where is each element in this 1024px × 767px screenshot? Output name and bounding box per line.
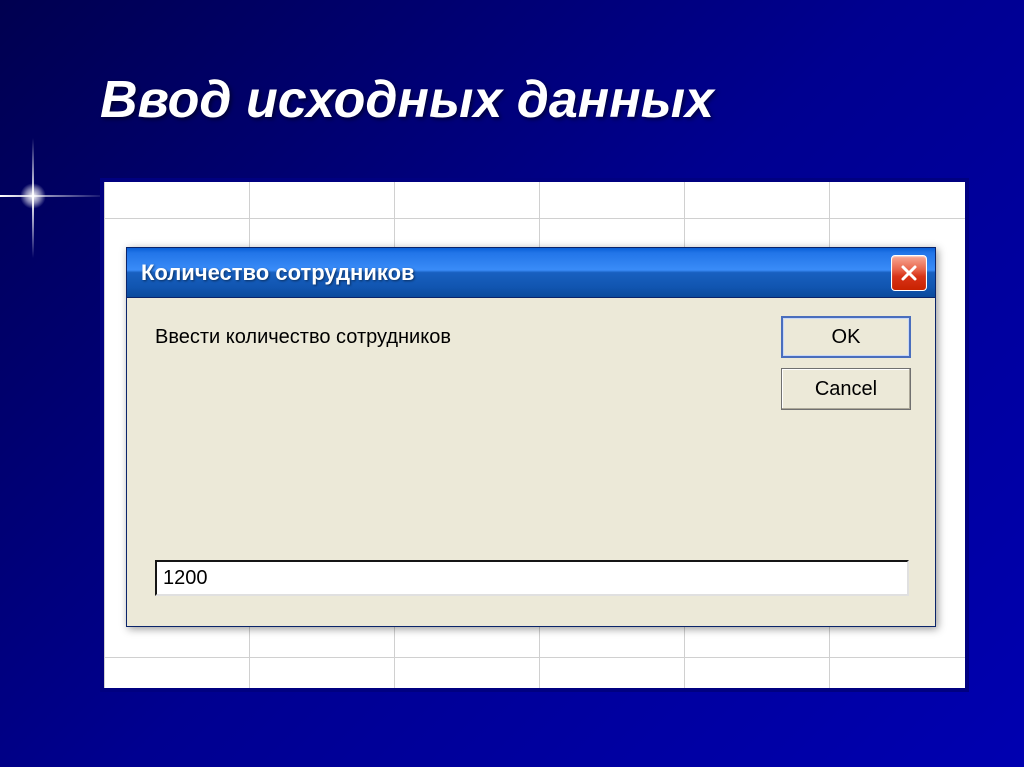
input-dialog: Количество сотрудников Ввести количество… <box>126 247 936 627</box>
cancel-button[interactable]: Cancel <box>781 368 911 410</box>
grid-line <box>104 657 965 658</box>
dialog-buttons: OK Cancel <box>781 316 911 410</box>
close-icon <box>899 263 919 283</box>
decorative-flare <box>20 183 46 209</box>
decorative-flare <box>0 195 110 197</box>
dialog-body: Ввести количество сотрудников OK Cancel <box>127 298 935 626</box>
ok-button[interactable]: OK <box>781 316 911 358</box>
dialog-prompt: Ввести количество сотрудников <box>155 326 451 349</box>
close-button[interactable] <box>891 255 927 291</box>
grid-line <box>104 218 965 219</box>
spreadsheet-background: Количество сотрудников Ввести количество… <box>100 178 969 692</box>
value-input[interactable] <box>155 560 909 596</box>
dialog-title: Количество сотрудников <box>141 260 415 286</box>
slide-title: Ввод исходных данных <box>100 70 714 130</box>
dialog-titlebar[interactable]: Количество сотрудников <box>127 248 935 298</box>
